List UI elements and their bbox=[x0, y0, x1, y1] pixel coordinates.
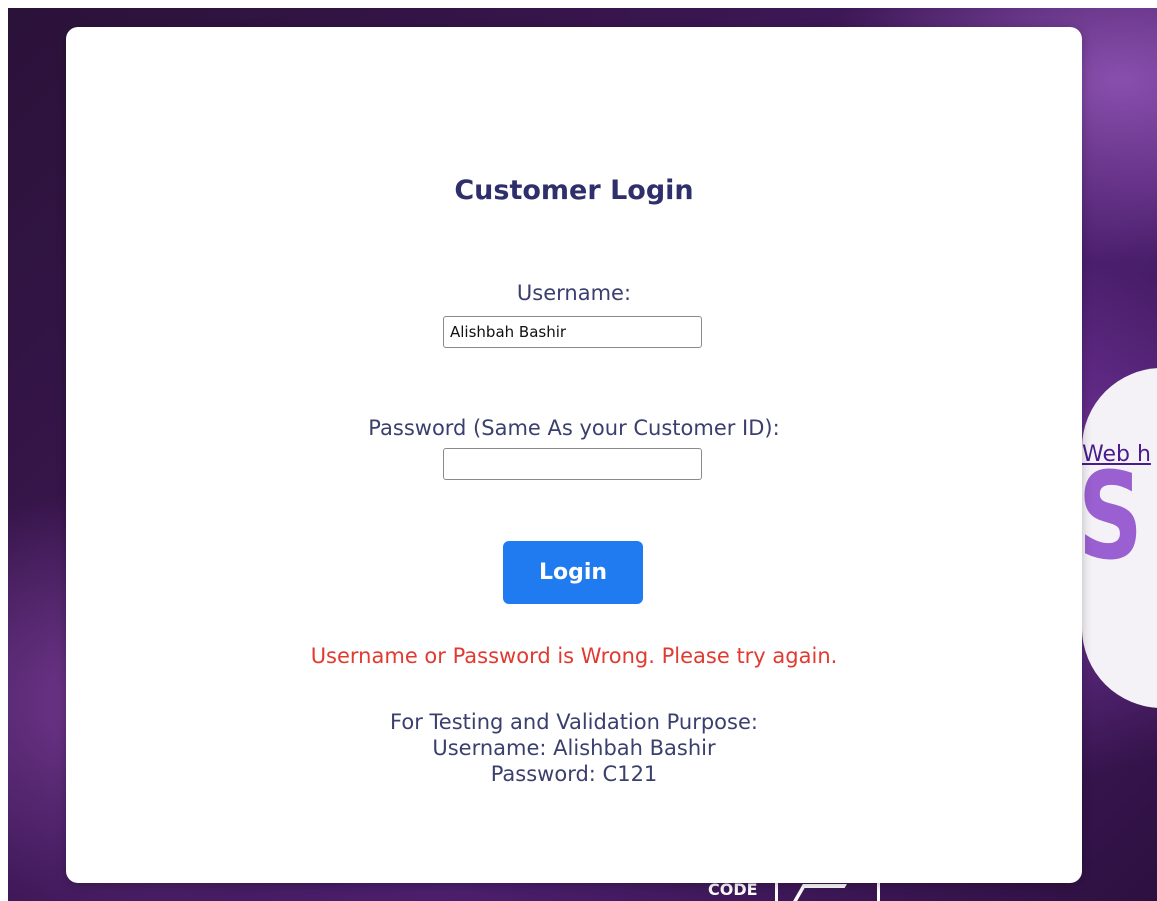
background-logo-letter: S bbox=[1078, 448, 1143, 587]
top-edge bbox=[0, 0, 1157, 8]
error-message: Username or Password is Wrong. Please tr… bbox=[310, 644, 838, 668]
login-button[interactable]: Login bbox=[503, 541, 643, 604]
background-bottom-logo bbox=[775, 880, 880, 901]
password-label: Password (Same As your Customer ID): bbox=[368, 416, 780, 440]
test-info-username: Username: Alishbah Bashir bbox=[432, 736, 716, 760]
test-info-password: Password: C121 bbox=[490, 762, 658, 786]
left-edge bbox=[0, 0, 8, 901]
username-input[interactable] bbox=[443, 316, 702, 348]
login-card: Customer Login Username: Password (Same … bbox=[66, 27, 1082, 883]
page-title: Customer Login bbox=[454, 175, 694, 206]
password-input[interactable] bbox=[443, 448, 702, 480]
test-info-heading: For Testing and Validation Purpose: bbox=[390, 710, 758, 734]
username-label: Username: bbox=[516, 281, 632, 305]
test-credentials-info: For Testing and Validation Purpose: User… bbox=[66, 709, 1082, 787]
